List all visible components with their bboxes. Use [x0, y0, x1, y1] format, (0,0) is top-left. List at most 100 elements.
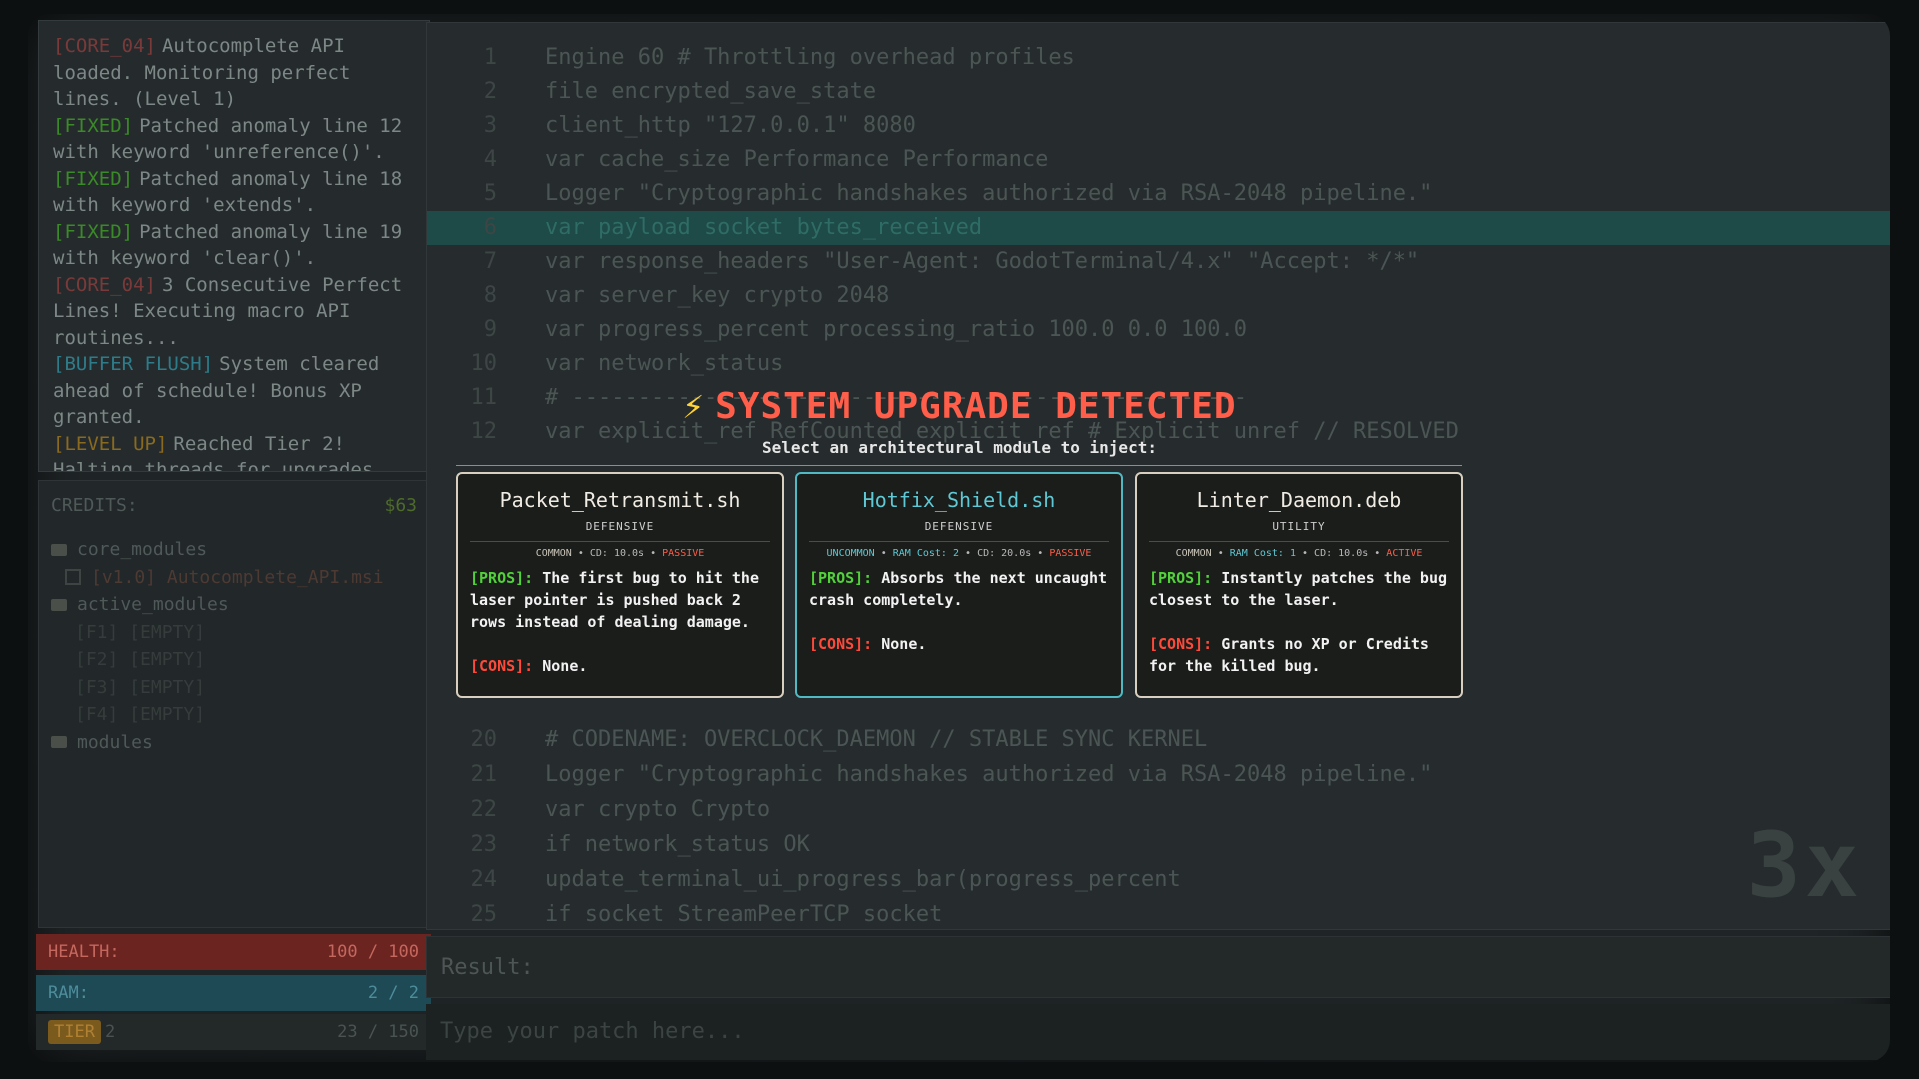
tier-badge: TIER	[48, 1020, 101, 1044]
code-line: 8 var server_key crypto 2048	[427, 279, 1890, 313]
code-line: 1 Engine 60 # Throttling overhead profile…	[427, 41, 1890, 75]
code-line: 10 var network_status	[427, 347, 1890, 381]
line-number: 7	[483, 249, 497, 274]
card-cons: [CONS]: None.	[470, 655, 770, 677]
modal-title-text: SYSTEM UPGRADE DETECTED	[715, 386, 1237, 427]
card-pros: [PROS]: The first bug to hit the laser p…	[470, 567, 770, 633]
patch-input[interactable]: Type your patch here...	[426, 1004, 1890, 1060]
card-type: DEFENSIVE	[924, 520, 994, 533]
line-number: 23	[470, 832, 498, 857]
cons-tag: [CONS]:	[809, 635, 873, 653]
log-tag: [CORE_04]	[53, 273, 156, 296]
tree-slot[interactable]: [F2] [EMPTY]	[51, 646, 417, 674]
log-tag: [FIXED]	[53, 220, 134, 243]
tier-indicator: TIER 2	[48, 1020, 116, 1044]
line-number: 20	[470, 727, 498, 752]
tree-label: core_modules	[77, 539, 208, 560]
line-text: var crypto Crypto	[545, 797, 771, 822]
tree-folder-active-modules[interactable]: active_modules	[51, 591, 417, 619]
line-text: file encrypted_save_state	[545, 79, 877, 104]
tier-number: 2	[104, 1022, 116, 1042]
line-text: Logger "Cryptographic handshakes authori…	[545, 762, 1433, 787]
module-card-packet-retransmit[interactable]: Packet_Retransmit.sh DEFENSIVE COMMON • …	[456, 472, 784, 698]
line-number: 10	[470, 351, 498, 376]
divider	[470, 541, 770, 542]
code-line: 25 if socket StreamPeerTCP socket	[427, 898, 1890, 929]
card-type: DEFENSIVE	[585, 520, 655, 533]
log-entry: [CORE_04] Autocomplete API loaded. Monito…	[53, 33, 415, 113]
slot-label: [F4] [EMPTY]	[75, 704, 206, 725]
log-tag: [FIXED]	[53, 114, 134, 137]
health-value: 100 / 100	[326, 942, 419, 962]
line-text: client_http "127.0.0.1" 8080	[545, 113, 916, 138]
line-text: if network_status OK	[545, 832, 810, 857]
result-label: Result:	[426, 936, 1890, 998]
module-card-linter-daemon[interactable]: Linter_Daemon.deb UTILITY COMMON • RAM C…	[1135, 472, 1463, 698]
code-line: 3 client_http "127.0.0.1" 8080	[427, 109, 1890, 143]
tree-label: [v1.0] Autocomplete_API.msi	[91, 566, 384, 588]
code-line: 22 var crypto Crypto	[427, 793, 1890, 827]
lightning-icon: ⚡	[682, 386, 706, 427]
line-number: 2	[483, 79, 497, 104]
tree-label: modules	[77, 731, 153, 753]
slot-label: [F2] [EMPTY]	[75, 649, 206, 670]
line-number: 5	[483, 181, 497, 206]
code-line: 2 file encrypted_save_state	[427, 75, 1890, 109]
speed-multiplier[interactable]: 3x	[1747, 813, 1863, 918]
slot-label: [F3] [EMPTY]	[75, 676, 206, 698]
file-icon	[65, 569, 81, 586]
cons-tag: [CONS]:	[1149, 635, 1213, 653]
rarity-label: UNCOMMON	[826, 548, 875, 559]
line-text: var response_headers "User-Agent: GodotT…	[545, 249, 1420, 274]
log-entry: [FIXED] Patched anomaly line 12 with keyw…	[53, 113, 415, 166]
tree-slot[interactable]: [F1] [EMPTY]	[51, 619, 417, 647]
code-line: 21 Logger "Cryptographic handshakes autho…	[427, 758, 1890, 792]
tree-file-autocomplete[interactable]: [v1.0] Autocomplete_API.msi	[51, 564, 417, 592]
cooldown-label: CD: 10.0s	[1314, 548, 1369, 559]
health-bar: HEALTH: 100 / 100	[36, 934, 431, 970]
cons-text: None.	[542, 657, 588, 675]
module-card-hotfix-shield[interactable]: Hotfix_Shield.sh DEFENSIVE UNCOMMON • RA…	[795, 472, 1123, 698]
card-name: Hotfix_Shield.sh	[862, 488, 1056, 512]
card-type: UTILITY	[1272, 520, 1326, 533]
ram-label: RAM:	[48, 983, 89, 1003]
card-name: Packet_Retransmit.sh	[499, 488, 741, 512]
cooldown-label: CD: 10.0s	[589, 548, 645, 559]
line-number: 9	[483, 317, 497, 342]
divider	[456, 465, 1462, 466]
tree-slot[interactable]: [F4] [EMPTY]	[51, 701, 417, 729]
tree-folder-core-modules[interactable]: core_modules	[51, 536, 417, 564]
ram-cost-label: RAM Cost: 2	[892, 548, 959, 559]
divider	[809, 541, 1109, 542]
tree-folder-modules[interactable]: modules	[51, 729, 417, 757]
line-text: var payload socket bytes_received	[545, 215, 983, 240]
divider	[1149, 541, 1449, 542]
folder-icon	[51, 598, 67, 611]
line-text: update_terminal_ui_progress_bar(progress…	[545, 867, 1181, 892]
code-line: 20 # CODENAME: OVERCLOCK_DAEMON // STABLE…	[427, 723, 1890, 757]
ram-value: 2 / 2	[367, 983, 419, 1003]
pros-tag: [PROS]:	[1149, 569, 1213, 587]
folder-icon	[51, 543, 67, 556]
log-entry: [FIXED] Patched anomaly line 19 with keyw…	[53, 219, 415, 272]
upgrade-modal-title: ⚡ SYSTEM UPGRADE DETECTED	[0, 386, 1919, 427]
ram-bar: RAM: 2 / 2	[36, 975, 431, 1011]
pros-tag: [PROS]:	[470, 569, 534, 587]
line-number: 6	[483, 215, 497, 240]
code-line: 5 Logger "Cryptographic handshakes author…	[427, 177, 1890, 211]
tree-label: active_modules	[77, 594, 229, 615]
line-text: if socket StreamPeerTCP socket	[545, 902, 943, 927]
code-line: 4 var cache_size Performance Performance	[427, 143, 1890, 177]
mode-label: PASSIVE	[662, 548, 705, 559]
line-number: 3	[483, 113, 497, 138]
credits-value: $63	[384, 495, 417, 516]
cons-text: None.	[881, 635, 927, 653]
line-text: var network_status	[545, 351, 784, 376]
card-cons: [CONS]: None.	[809, 633, 1109, 655]
tree-slot[interactable]: [F3] [EMPTY]	[51, 674, 417, 702]
log-tag: [BUFFER FLUSH]	[53, 353, 214, 375]
module-panel: CREDITS: $63 core_modules [v1.0] Autocom…	[38, 480, 430, 928]
line-text: Engine 60 # Throttling overhead profiles	[545, 45, 1075, 70]
card-name: Linter_Daemon.deb	[1196, 488, 1402, 512]
folder-icon	[51, 736, 67, 749]
